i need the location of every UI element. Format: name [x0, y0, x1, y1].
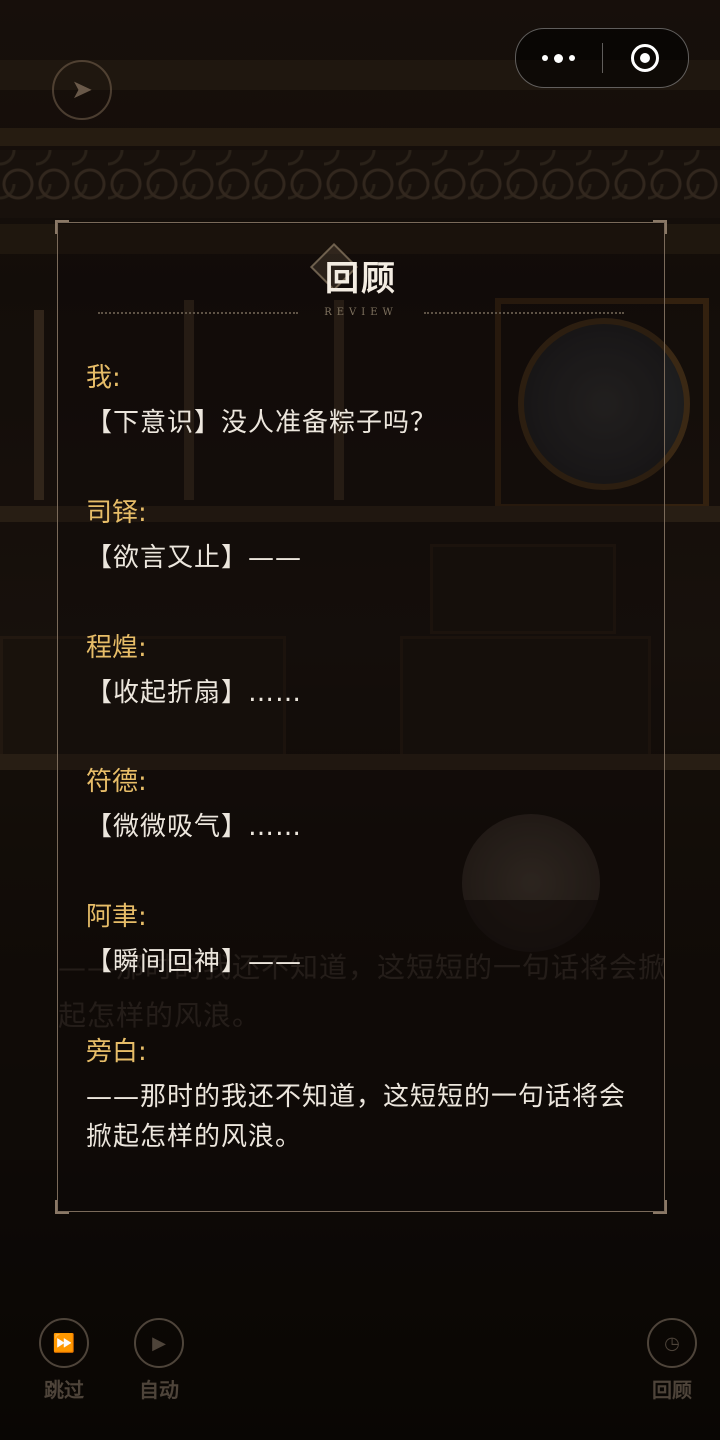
- review-entry: 旁白: ——那时的我还不知道，这短短的一句话将会掀起怎样的风浪。: [86, 1037, 646, 1157]
- speaker-name: 我:: [86, 363, 121, 393]
- dialog-line: 【下意识】没人准备粽子吗？: [86, 408, 438, 438]
- review-panel[interactable]: 回顾 REVIEW 我: 【下意识】没人准备粽子吗？ 司铎: 【欲言又止】—— …: [55, 220, 667, 1214]
- panel-corner: [653, 1200, 667, 1214]
- panel-corner: [55, 220, 69, 234]
- auto-label: 自动: [139, 1378, 179, 1402]
- review-entry: 我: 【下意识】没人准备粽子吗？: [86, 363, 646, 443]
- speaker-name: 符德:: [86, 767, 147, 797]
- dotted-divider: [424, 312, 624, 314]
- dialog-line: 【微微吸气】……: [86, 812, 303, 842]
- skip-label: 跳过: [44, 1378, 84, 1402]
- panel-title: 回顾: [325, 259, 397, 299]
- speaker-name: 程煌:: [86, 633, 147, 663]
- dialog-line: 【收起折扇】……: [86, 678, 303, 708]
- mini-program-capsule: [515, 28, 689, 88]
- more-button[interactable]: [516, 29, 602, 87]
- target-icon: [631, 44, 660, 72]
- speaker-name: 阿聿:: [86, 902, 147, 932]
- close-button[interactable]: [603, 29, 689, 87]
- auto-button[interactable]: ▶ 自动: [119, 1318, 199, 1403]
- more-dots-icon: [542, 53, 576, 63]
- fast-forward-icon: ⏩: [39, 1318, 89, 1368]
- dialog-line: ——那时的我还不知道，这短短的一句话将会掀起怎样的风浪。: [86, 1082, 627, 1152]
- speaker-name: 旁白:: [86, 1037, 147, 1067]
- back-arrow-icon: ➤: [71, 75, 93, 105]
- review-button[interactable]: ◷ 回顾: [632, 1318, 712, 1403]
- speaker-name: 司铎:: [86, 498, 147, 528]
- review-entry: 程煌: 【收起折扇】……: [86, 633, 646, 713]
- skip-button[interactable]: ⏩ 跳过: [24, 1318, 104, 1403]
- dialog-line: 【瞬间回神】——: [86, 947, 303, 977]
- back-button[interactable]: ➤: [52, 60, 112, 120]
- panel-corner: [653, 220, 667, 234]
- panel-corner: [55, 1200, 69, 1214]
- review-entry: 符德: 【微微吸气】……: [86, 767, 646, 847]
- play-icon: ▶: [134, 1318, 184, 1368]
- review-entry: 阿聿: 【瞬间回神】——: [86, 902, 646, 982]
- review-entry: 司铎: 【欲言又止】——: [86, 498, 646, 578]
- clock-icon: ◷: [647, 1318, 697, 1368]
- dialog-line: 【欲言又止】——: [86, 543, 303, 573]
- review-label: 回顾: [652, 1378, 692, 1402]
